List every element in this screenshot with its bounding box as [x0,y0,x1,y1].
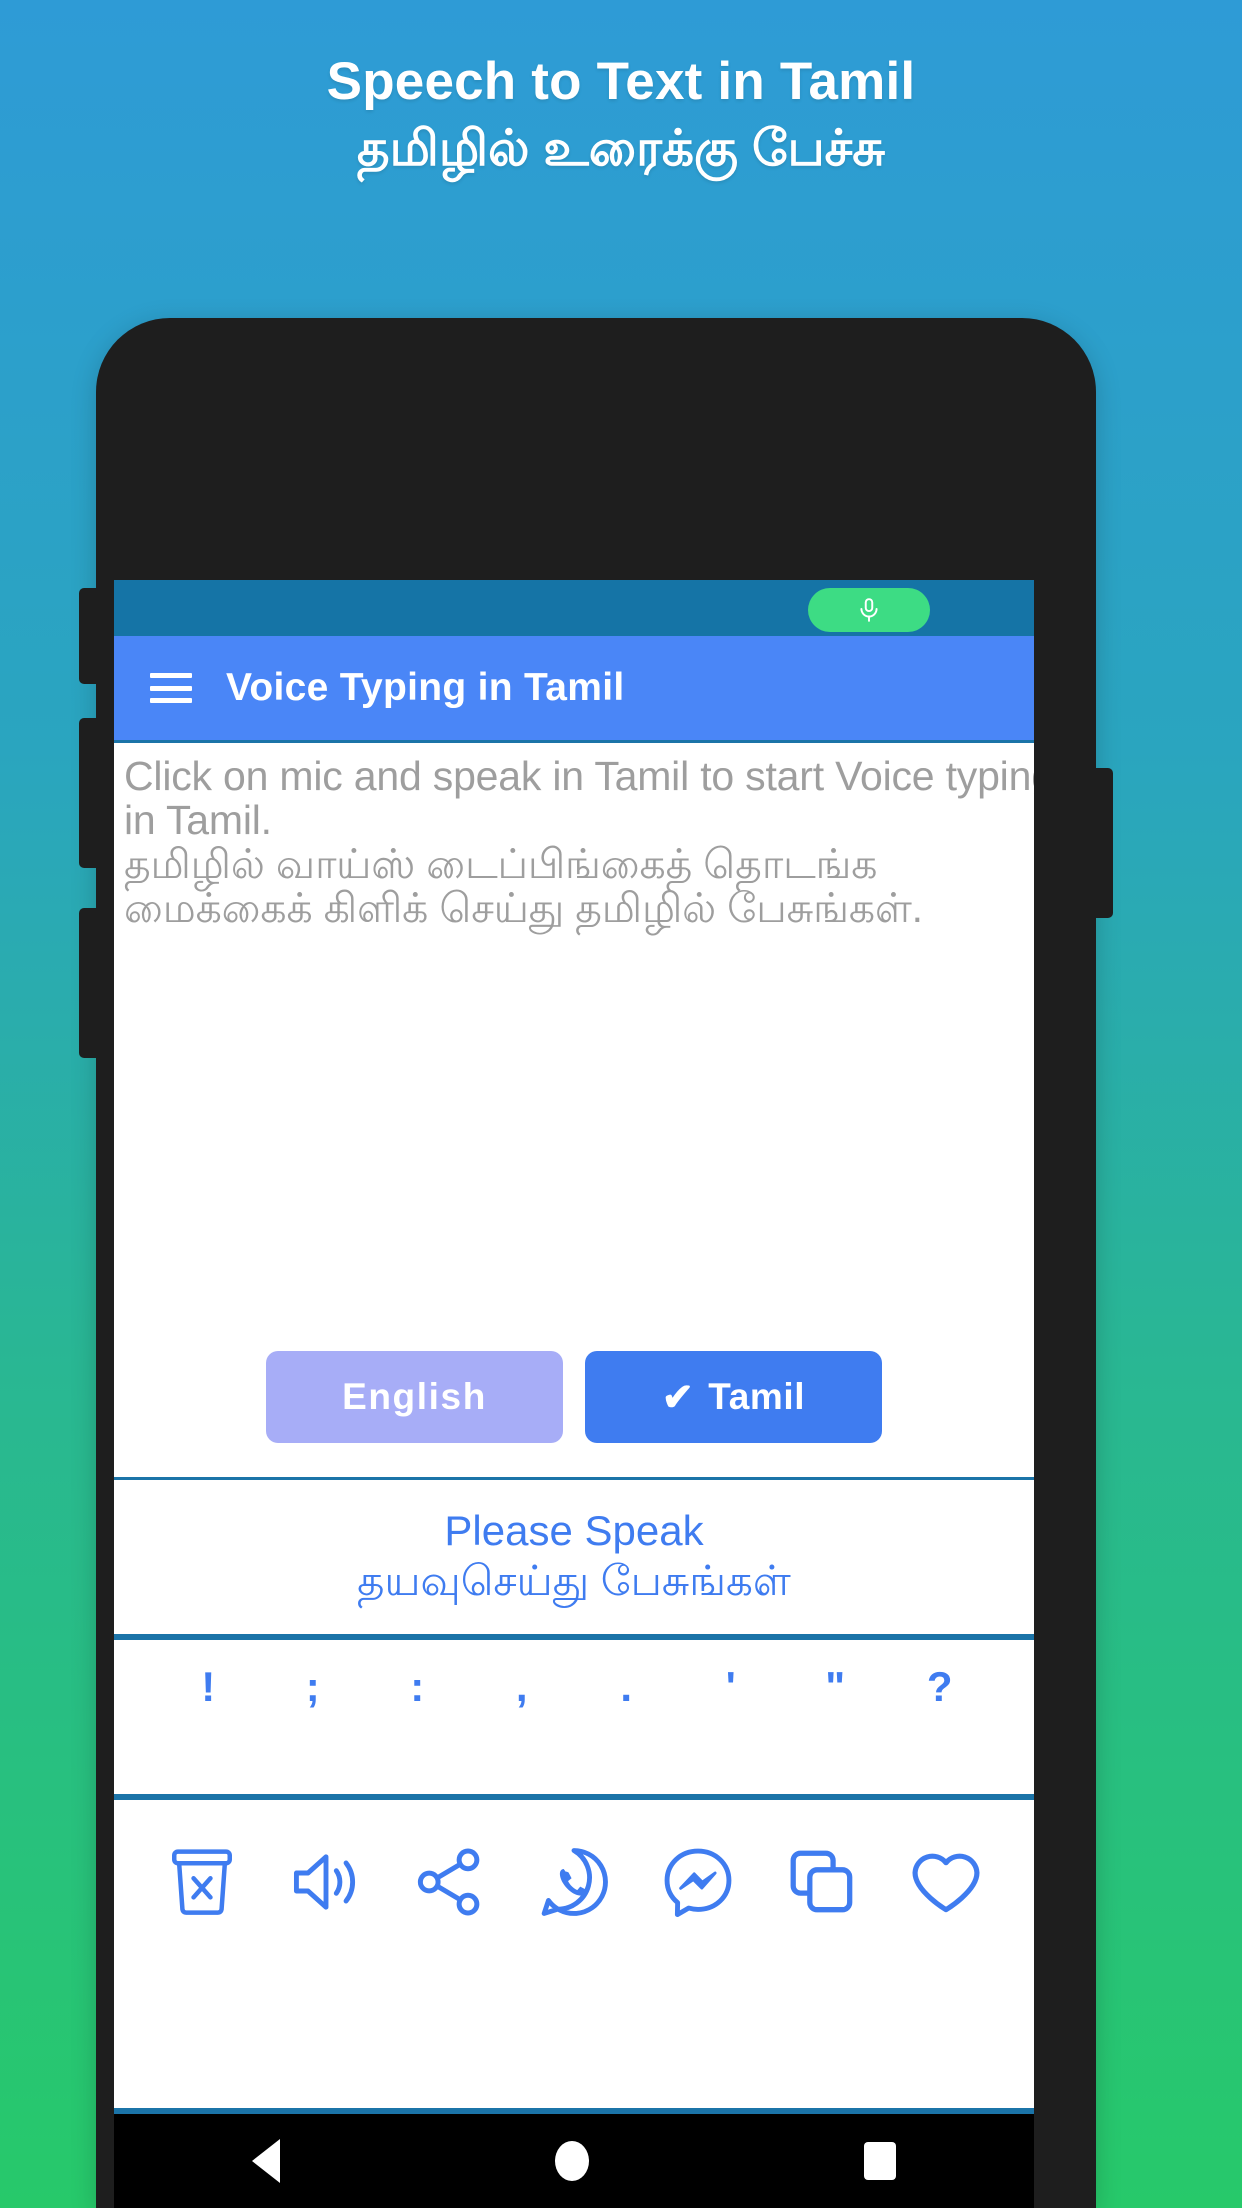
status-bar [114,580,1034,636]
punctuation-key-colon[interactable]: : [365,1666,470,1708]
app-bar: Voice Typing in Tamil [114,636,1034,740]
phone-right-side-button [1095,768,1113,918]
punctuation-key-comma[interactable]: , [470,1666,575,1708]
language-button-tamil-label: Tamil [708,1376,806,1417]
phone-volume-up-button [79,588,97,684]
language-selector: English ✔ Tamil [114,1351,1034,1443]
punctuation-key-period[interactable]: . [574,1666,679,1708]
language-button-english[interactable]: English [266,1351,563,1443]
recents-icon[interactable] [864,2142,897,2180]
promo-title-english: Speech to Text in Tamil [326,52,916,111]
microphone-icon[interactable] [808,588,930,632]
heart-icon[interactable] [884,1846,1008,1918]
hamburger-menu-icon[interactable] [150,673,192,703]
check-icon: ✔ [661,1376,695,1419]
android-navigation-bar [114,2108,1034,2208]
share-icon[interactable] [388,1846,512,1918]
language-button-tamil[interactable]: ✔ Tamil [585,1351,882,1443]
back-icon[interactable] [251,2139,280,2183]
speak-prompt-panel: Please Speak தயவுசெய்து பேசுங்கள் [114,1480,1034,1640]
punctuation-key-apostrophe[interactable]: ' [679,1666,784,1708]
punctuation-keyboard-row: ! ; : , . ' " ? [114,1640,1034,1800]
transcript-placeholder: Click on mic and speak in Tamil to start… [124,753,1034,931]
whatsapp-icon[interactable] [512,1844,636,1920]
phone-screen: Voice Typing in Tamil Click on mic and s… [114,580,1034,2108]
page-title: Voice Typing in Tamil [226,666,625,709]
promo-heading: Speech to Text in Tamil தமிழில் உரைக்கு … [0,52,1242,182]
promo-title-tamil: தமிழில் உரைக்கு பேச்சு [357,119,885,176]
punctuation-key-quote[interactable]: " [783,1666,888,1708]
delete-icon[interactable] [140,1845,264,1919]
punctuation-key-exclamation[interactable]: ! [156,1666,261,1708]
action-toolbar [114,1800,1034,1964]
messenger-icon[interactable] [636,1844,760,1920]
speak-prompt-tamil: தயவுசெய்து பேசுங்கள் [357,1557,791,1605]
phone-mockup: Voice Typing in Tamil Click on mic and s… [79,318,1113,2208]
home-icon[interactable] [554,2141,589,2181]
copy-icon[interactable] [760,1846,884,1918]
language-button-english-label: English [342,1376,487,1417]
speaker-icon[interactable] [264,1847,388,1917]
phone-power-button [79,908,97,1058]
phone-volume-down-button [79,718,97,868]
speak-prompt-english: Please Speak [444,1507,704,1555]
punctuation-key-question[interactable]: ? [888,1666,993,1708]
punctuation-key-semicolon[interactable]: ; [261,1666,366,1708]
transcript-textarea[interactable]: Click on mic and speak in Tamil to start… [114,740,1034,1480]
